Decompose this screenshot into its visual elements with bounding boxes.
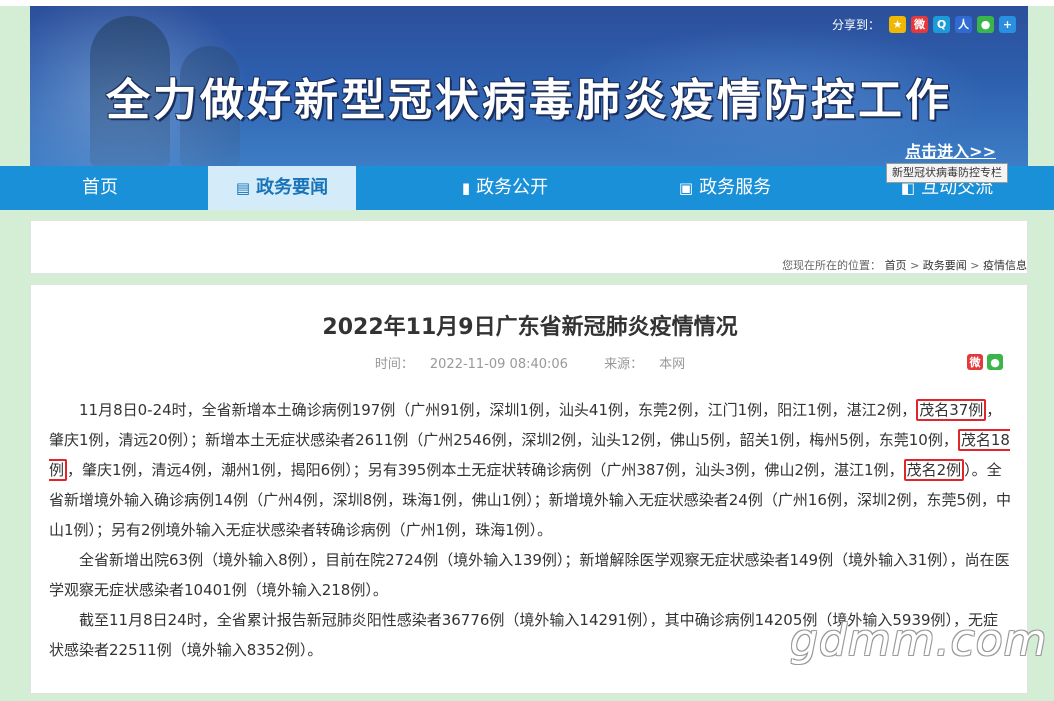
time-label: 时间： [374, 357, 414, 372]
source-label: 来源： [604, 357, 644, 372]
article-share: 微 ● [967, 354, 1003, 370]
nav-item-label: 政务要闻 [256, 177, 329, 198]
nav-item-open[interactable]: ▮ 政务公开 [430, 166, 580, 210]
nav-item-label: 政务公开 [476, 177, 549, 198]
more-icon[interactable]: + [999, 16, 1016, 33]
publish-time: 2022-11-09 08:40:06 [429, 357, 568, 372]
document-icon: ▮ [461, 179, 471, 197]
breadcrumb-home[interactable]: 首页 [885, 259, 907, 272]
weibo-icon[interactable]: 微 [911, 16, 928, 33]
article-meta: 时间： 2022-11-09 08:40:06 来源： 本网 [31, 353, 1029, 372]
nav-item-label: 首页 [82, 177, 118, 198]
banner-title: 全力做好新型冠状病毒肺炎疫情防控工作 [106, 75, 952, 126]
share-label: 分享到： [831, 18, 880, 32]
nav-item-service[interactable]: ▣ 政务服务 [650, 166, 800, 210]
weibo-icon[interactable]: 微 [967, 354, 983, 370]
highlight-maoming-37: 茂名37例 [916, 399, 987, 421]
breadcrumb: 您现在所在的位置： 首页 > 政务要闻 > 疫情信息 [782, 257, 1027, 273]
paragraph-2: 全省新增出院63例（境外输入8例），目前在院2724例（境外输入139例）；新增… [49, 551, 1010, 599]
watermark: gdmm.com [790, 615, 1048, 666]
breadcrumb-news[interactable]: 政务要闻 [923, 259, 967, 272]
nav-item-news[interactable]: ▤ 政务要闻 [208, 166, 356, 210]
paragraph-1: 11月8日0-24时，全省新增本土确诊病例197例（广州91例，深圳1例，汕头4… [49, 395, 1013, 545]
list-icon: ▤ [235, 179, 251, 197]
breadcrumb-box: 您现在所在的位置： 首页 > 政务要闻 > 疫情信息 [30, 220, 1028, 274]
highlight-maoming-2: 茂名2例 [903, 459, 965, 481]
wechat-icon[interactable]: ● [977, 16, 994, 33]
click-in-link[interactable]: 点击进入>> [905, 138, 996, 162]
renren-icon[interactable]: 人 [955, 16, 972, 33]
tencent-icon[interactable]: Q [933, 16, 950, 33]
p1-text-a: 11月8日0-24时，全省新增本土确诊病例197例（广州91例，深圳1例，汕头4… [79, 401, 917, 419]
article-title: 2022年11月9日广东省新冠肺炎疫情情况 [322, 315, 738, 340]
breadcrumb-separator: > [970, 259, 980, 272]
nav-item-home[interactable]: 首页 [30, 166, 170, 210]
p1-text-c: ，肇庆1例，清远4例，潮州1例，揭阳6例）；另有395例本土无症状转确诊病例（广… [67, 461, 904, 479]
banner: 分享到： ★ 微 Q 人 ● + 全力做好新型冠状病毒肺炎疫情防控工作 点击进入… [30, 6, 1028, 166]
breadcrumb-separator: > [910, 259, 920, 272]
nav-item-label: 政务服务 [699, 177, 772, 198]
clipboard-icon: ▣ [678, 179, 694, 197]
share-bar: 分享到： ★ 微 Q 人 ● + [832, 16, 1016, 33]
breadcrumb-epidemic[interactable]: 疫情信息 [983, 259, 1027, 272]
wechat-icon[interactable]: ● [987, 354, 1003, 370]
tooltip: 新型冠状病毒防控专栏 [886, 163, 1008, 183]
qzone-icon[interactable]: ★ [889, 16, 906, 33]
source-value: 本网 [659, 357, 686, 372]
breadcrumb-prefix: 您现在所在的位置： [782, 259, 882, 272]
